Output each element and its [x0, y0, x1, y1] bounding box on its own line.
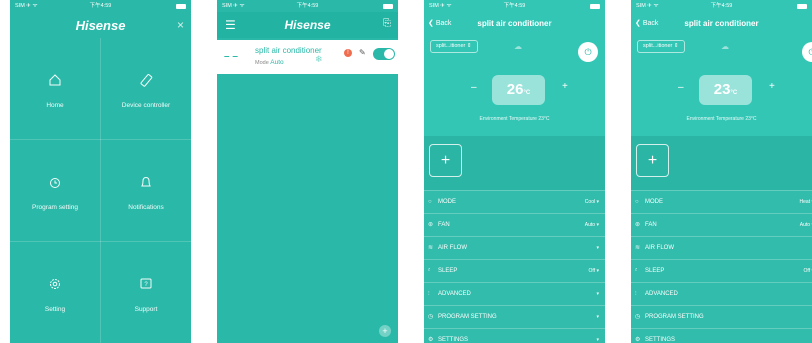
ac-control-heat: SIM ✈ ᯤ 下午4:59 ❮ Back split air condition…: [631, 0, 812, 343]
environment-temperature: Environment Temperature 23°C: [686, 116, 757, 122]
sliders-icon: ⫶: [428, 291, 430, 297]
menu-device-controller[interactable]: Device controller: [101, 38, 191, 139]
brand-logo: Hisense: [75, 18, 126, 33]
page-title: split air conditioner: [477, 19, 552, 28]
temperature-display: 26°C: [492, 75, 545, 105]
environment-temperature: Environment Temperature 23°C: [479, 116, 550, 122]
clock-icon: ◷: [635, 314, 641, 320]
menu-grid: Home Device controller Program setting N…: [10, 38, 191, 343]
airflow-icon: ≋: [635, 245, 641, 251]
cloud-icon: ☁: [721, 42, 729, 51]
row-advanced[interactable]: ⫶ ADVANCED: [631, 282, 812, 305]
settings-list: ○MODEHeat ▾ ⊛FANAuto ▾ ≋AIR FLOW ᶻSLEEPO…: [631, 190, 812, 343]
menu-notifications[interactable]: Notifications: [101, 140, 191, 241]
header: ❮ Back split air conditioner: [631, 12, 812, 34]
power-button[interactable]: ⏻: [802, 42, 812, 62]
gear-icon: ⚙: [635, 337, 641, 343]
row-mode[interactable]: ○ MODE Cool ▾: [424, 190, 605, 213]
brand-logo: Hisense: [284, 18, 331, 32]
sleep-icon: ᶻ: [428, 268, 431, 274]
snowflake-icon: ❄: [315, 54, 323, 64]
warning-icon[interactable]: !: [344, 49, 352, 57]
menu-program-setting[interactable]: Program setting: [10, 140, 100, 241]
drop-icon: ○: [635, 199, 639, 205]
power-toggle[interactable]: [373, 48, 395, 60]
ac-control-cool: SIM ✈ ᯤ 下午4:59 ❮ Back split air condition…: [424, 0, 605, 343]
row-settings[interactable]: ⚙ SETTINGS: [631, 328, 812, 343]
row-settings[interactable]: ⚙ SETTINGS ▾: [424, 328, 605, 343]
row-program-setting[interactable]: ◷ PROGRAM SETTING ▾: [424, 305, 605, 328]
edit-icon[interactable]: ✎: [359, 48, 366, 57]
drop-icon: ○: [428, 199, 432, 205]
menu-support[interactable]: ? Support: [101, 242, 191, 343]
header: ❮ Back split air conditioner: [424, 12, 605, 34]
fan-icon: ⊛: [428, 222, 434, 228]
gear-icon: [10, 277, 100, 293]
temp-increase-button[interactable]: +: [562, 81, 568, 92]
battery-icon: [590, 4, 600, 9]
temp-increase-button[interactable]: +: [769, 81, 775, 92]
header: ☰ Hisense ⎘: [217, 12, 398, 38]
sleep-icon: ᶻ: [635, 268, 638, 274]
row-advanced[interactable]: ⫶ ADVANCED ▾: [424, 282, 605, 305]
menu-screen: SIM ✈ ᯤ 下午4:59 Hisense × Home Device cont…: [10, 0, 191, 343]
close-icon[interactable]: ×: [177, 18, 184, 32]
header: Hisense ×: [10, 12, 191, 38]
temp-decrease-button[interactable]: –: [471, 82, 477, 93]
add-device-button[interactable]: +: [379, 325, 391, 337]
svg-text:?: ?: [144, 282, 148, 288]
status-bar: SIM ✈ ᯤ 下午4:59: [424, 0, 605, 12]
row-sleep[interactable]: ᶻSLEEPOff ▾: [631, 259, 812, 282]
fan-icon: ⊛: [635, 222, 641, 228]
menu-home[interactable]: Home: [10, 38, 100, 139]
alarm-clock-icon: [10, 175, 100, 191]
clock: 下午4:59: [89, 3, 112, 9]
cloud-icon: ☁: [514, 42, 522, 51]
power-button[interactable]: ⏻: [578, 42, 598, 62]
temperature-placeholder: – –: [224, 51, 238, 62]
bell-icon: [101, 175, 191, 191]
row-mode[interactable]: ○MODEHeat ▾: [631, 190, 812, 213]
device-select[interactable]: split...itioner ⇕: [430, 40, 478, 53]
device-mode: Mode Auto: [255, 59, 284, 66]
home-screen: SIM ✈ ᯤ 下午4:59 ☰ Hisense ⎘ – – split air …: [217, 0, 398, 343]
device-card[interactable]: – – split air conditioner Mode Auto ❄ ! …: [217, 40, 398, 74]
page-title: split air conditioner: [684, 19, 759, 28]
row-fan[interactable]: ⊛FANAuto ▾: [631, 213, 812, 236]
menu-setting[interactable]: Setting: [10, 242, 100, 343]
status-bar: SIM ✈ ᯤ 下午4:59: [217, 0, 398, 12]
battery-icon: [797, 4, 807, 9]
device-select[interactable]: split...itioner ⇕: [637, 40, 685, 53]
question-icon: ?: [101, 277, 191, 293]
airflow-icon: ≋: [428, 245, 434, 251]
clock-icon: ◷: [428, 314, 434, 320]
temperature-display: 23°C: [699, 75, 752, 105]
exit-icon[interactable]: ⎘: [383, 18, 391, 29]
row-fan[interactable]: ⊛FANAuto ▾: [424, 213, 605, 236]
row-sleep[interactable]: ᶻSLEEPOff ▾: [424, 259, 605, 282]
settings-list: ○ MODE Cool ▾ ⊛ FAN Auto ▾ ≋ AIR FLOW ▾ ᶻ SLEEP…: [424, 190, 605, 343]
row-air-flow[interactable]: ≋ AIR FLOW: [631, 236, 812, 259]
battery-icon: [176, 4, 186, 9]
temp-decrease-button[interactable]: –: [678, 82, 684, 93]
home-icon: [10, 73, 100, 89]
sliders-icon: ⫶: [635, 291, 637, 297]
battery-icon: [383, 4, 393, 9]
gear-icon: ⚙: [428, 337, 434, 343]
add-shortcut-button[interactable]: +: [636, 144, 669, 177]
add-shortcut-button[interactable]: +: [429, 144, 462, 177]
device-name: split air conditioner: [255, 46, 322, 55]
remote-icon: [101, 73, 191, 89]
row-air-flow[interactable]: ≋ AIR FLOW ▾: [424, 236, 605, 259]
row-program-setting[interactable]: ◷ PROGRAM SETTING: [631, 305, 812, 328]
status-bar: SIM ✈ ᯤ 下午4:59: [10, 0, 191, 12]
status-bar: SIM ✈ ᯤ 下午4:59: [631, 0, 812, 12]
